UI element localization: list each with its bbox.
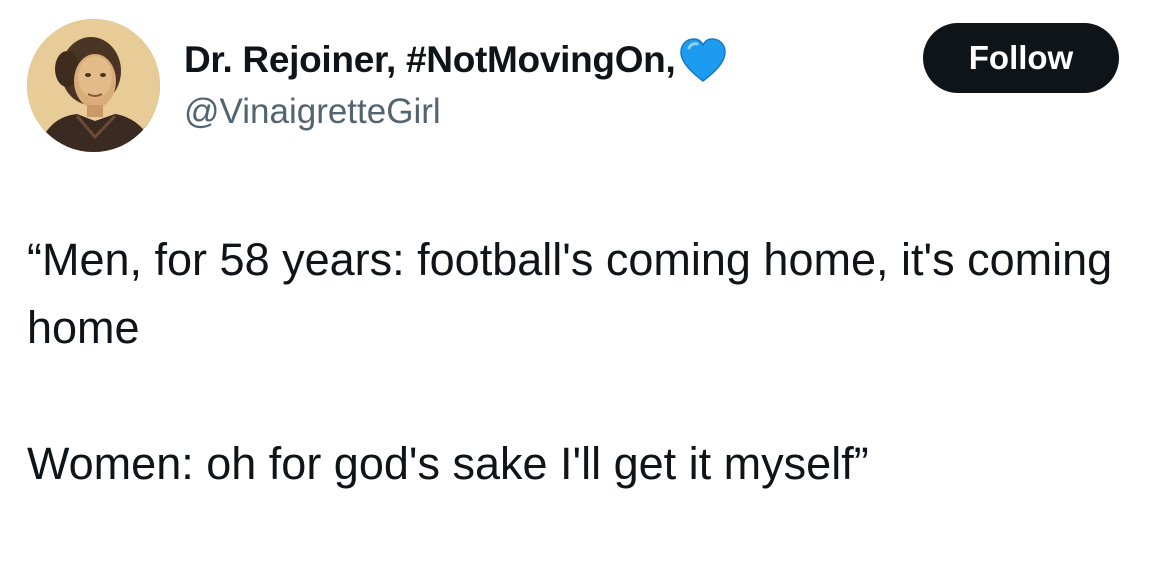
display-name-row: Dr. Rejoiner, #NotMovingOn,: [184, 34, 729, 86]
follow-button[interactable]: Follow: [923, 23, 1119, 93]
user-handle[interactable]: @VinaigretteGirl: [184, 92, 441, 132]
display-name[interactable]: Dr. Rejoiner, #NotMovingOn,: [184, 39, 676, 81]
tweet-card: Dr. Rejoiner, #NotMovingOn, @Vinaigrette…: [0, 0, 1170, 582]
tweet-paragraph-1: “Men, for 58 years: football's coming ho…: [27, 234, 1113, 353]
blue-heart-icon: [677, 36, 729, 84]
tweet-text: “Men, for 58 years: football's coming ho…: [27, 226, 1147, 498]
avatar[interactable]: [27, 19, 160, 152]
avatar-photo: [27, 19, 160, 152]
tweet-paragraph-2: Women: oh for god's sake I'll get it mys…: [27, 438, 869, 489]
